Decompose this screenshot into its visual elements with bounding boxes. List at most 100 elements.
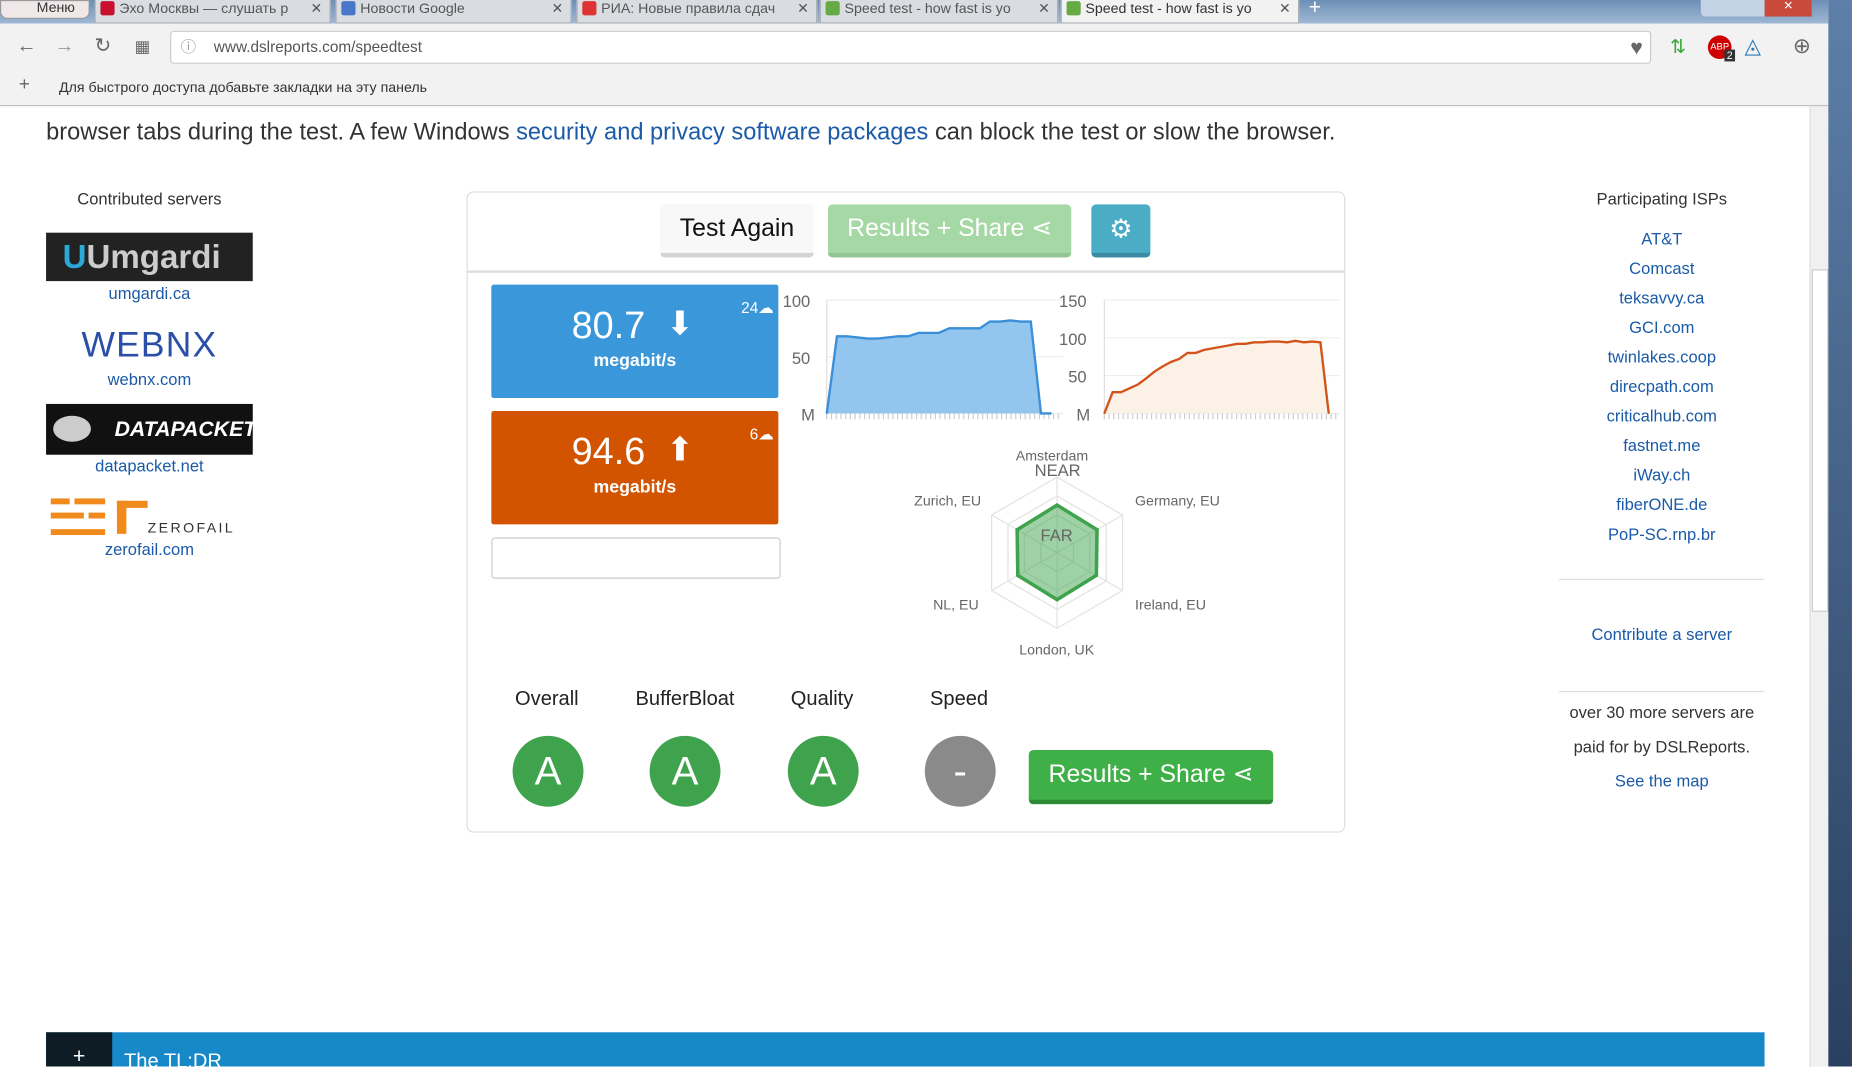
more-servers-note: over 30 more servers are <box>1569 702 1755 722</box>
close-icon[interactable]: ✕ <box>551 0 563 17</box>
upload-point <box>1120 391 1122 393</box>
isp-link[interactable]: teksavvy.ca <box>1559 288 1765 307</box>
upload-point <box>1211 347 1214 350</box>
browser-menu-button[interactable]: Меню <box>0 0 90 19</box>
download-streams: 24☁ <box>741 299 773 318</box>
logo-text: DATAPACKET <box>114 416 257 441</box>
download-point <box>856 336 859 339</box>
tab[interactable]: Эхо Москвы — слушать р ✕ <box>94 0 331 24</box>
scrollbar-thumb[interactable] <box>1811 269 1829 612</box>
upload-point <box>1111 391 1114 393</box>
isp-link[interactable]: iWay.ch <box>1559 465 1765 484</box>
security-software-link[interactable]: security and privacy software packages <box>516 119 928 145</box>
bookmarks-bar-hint: Для быстрого доступа добавьте закладки н… <box>59 79 428 96</box>
umgardi-logo[interactable]: UUmgardi <box>46 232 253 282</box>
isp-link[interactable]: AT&T <box>1559 229 1765 248</box>
webnx-logo[interactable]: WEBNX <box>46 325 253 373</box>
status-field <box>491 537 781 579</box>
upload-streams: 6☁ <box>750 425 774 444</box>
radar-point <box>1055 597 1059 602</box>
webnx-link[interactable]: webnx.com <box>46 370 253 389</box>
datapacket-link[interactable]: datapacket.net <box>46 456 253 475</box>
isp-link[interactable]: PoP-SC.rnp.br <box>1559 524 1765 543</box>
divider <box>1559 578 1765 580</box>
logo-text: Umgardi <box>86 238 221 276</box>
download-y-tick: M <box>801 405 815 425</box>
close-icon[interactable]: ✕ <box>1279 0 1291 17</box>
radar-far-label: FAR <box>1040 525 1073 545</box>
tldr-section-header[interactable]: + The TL;DR <box>46 1032 1765 1067</box>
download-point <box>999 320 1001 323</box>
results-share-button-top[interactable]: Results + Share ⋖ <box>827 204 1072 258</box>
isp-link[interactable]: GCI.com <box>1559 318 1765 337</box>
share-icon: ⋖ <box>1031 214 1053 243</box>
expand-icon[interactable]: + <box>46 1032 113 1067</box>
speed-dial-icon[interactable]: ▦ <box>135 37 151 57</box>
download-point <box>989 320 991 323</box>
reload-icon[interactable]: ↻ <box>94 34 111 58</box>
upload-point <box>1195 352 1197 354</box>
contribute-server-link[interactable]: Contribute a server <box>1559 625 1765 644</box>
forward-icon[interactable]: → <box>54 34 74 58</box>
tab[interactable]: Speed test - how fast is yo ✕ <box>819 0 1059 24</box>
download-point <box>979 327 981 330</box>
back-icon[interactable]: ← <box>17 34 37 58</box>
grade-quality[interactable]: A <box>787 735 859 807</box>
logo-text: ZEROFAIL <box>147 519 236 537</box>
radar-point <box>1055 503 1059 507</box>
tab-active[interactable]: Speed test - how fast is yo ✕ <box>1060 0 1300 24</box>
isp-link[interactable]: fastnet.me <box>1559 436 1765 455</box>
bookmark-heart-icon[interactable]: ♥ <box>1630 32 1643 63</box>
zerofail-link[interactable]: zerofail.com <box>46 540 253 559</box>
see-map-link[interactable]: See the map <box>1559 771 1765 790</box>
grade-bufferbloat[interactable]: A <box>649 735 721 807</box>
umgardi-link[interactable]: umgardi.ca <box>46 283 253 302</box>
settings-gear-button[interactable]: ⚙ <box>1091 204 1151 258</box>
download-point <box>968 327 971 330</box>
grade-speed[interactable]: - <box>924 735 996 807</box>
zerofail-logo[interactable]: ZEROFAIL <box>46 494 253 539</box>
tldr-title: The TL;DR <box>124 1049 222 1067</box>
address-bar[interactable]: ⓘ www.dslreports.com/speedtest ♥ <box>170 30 1652 64</box>
button-label: Results + Share <box>847 214 1025 243</box>
add-bookmark-icon[interactable]: + <box>19 74 30 95</box>
new-tab-button[interactable]: + <box>1309 0 1321 20</box>
isp-link[interactable]: Comcast <box>1559 259 1765 278</box>
isp-link[interactable]: criticalhub.com <box>1559 406 1765 425</box>
tab[interactable]: РИА: Новые правила сдач ✕ <box>576 0 818 24</box>
tab[interactable]: Новости Google ✕ <box>335 0 572 24</box>
results-share-button[interactable]: Results + Share ⋖ <box>1028 749 1274 805</box>
datapacket-logo[interactable]: DATAPACKET <box>46 403 256 455</box>
tab-bar: Меню Эхо Москвы — слушать р ✕ Новости Goo… <box>0 0 1829 24</box>
vertical-scrollbar[interactable] <box>1809 106 1829 1067</box>
download-point <box>846 335 848 337</box>
download-point <box>826 412 828 415</box>
divider <box>467 270 1345 273</box>
download-point <box>917 332 920 334</box>
isp-link[interactable]: twinlakes.coop <box>1559 347 1765 366</box>
intro-text-after: can block the test or slow the browser. <box>928 119 1336 146</box>
window-close-button[interactable]: ✕ <box>1764 0 1812 17</box>
upload-point <box>1103 412 1106 415</box>
download-icon[interactable]: ⊕ <box>1793 34 1811 59</box>
close-icon[interactable]: ✕ <box>797 0 809 17</box>
close-icon[interactable]: ✕ <box>1038 0 1050 17</box>
site-info-icon[interactable]: ⓘ <box>181 32 196 63</box>
tab-title: Эхо Москвы — слушать р <box>119 0 289 17</box>
upload-point <box>1178 358 1180 360</box>
extension-icon[interactable]: ◬ <box>1744 34 1760 59</box>
radar-label: Germany, EU <box>1135 492 1220 510</box>
isp-link[interactable]: direcpath.com <box>1559 377 1765 396</box>
isp-link[interactable]: fiberONE.de <box>1559 495 1765 514</box>
download-point <box>1050 412 1052 415</box>
download-point <box>1009 319 1012 322</box>
upload-point <box>1186 352 1189 354</box>
radar-point <box>1094 573 1099 578</box>
upload-chart <box>1103 299 1341 420</box>
close-icon[interactable]: ✕ <box>311 0 323 17</box>
translate-extension-icon[interactable]: ⇅ <box>1670 35 1686 59</box>
favicon-icon <box>582 1 597 16</box>
grade-overall[interactable]: A <box>512 735 584 807</box>
test-again-button[interactable]: Test Again <box>660 204 814 258</box>
download-point <box>1030 320 1032 323</box>
